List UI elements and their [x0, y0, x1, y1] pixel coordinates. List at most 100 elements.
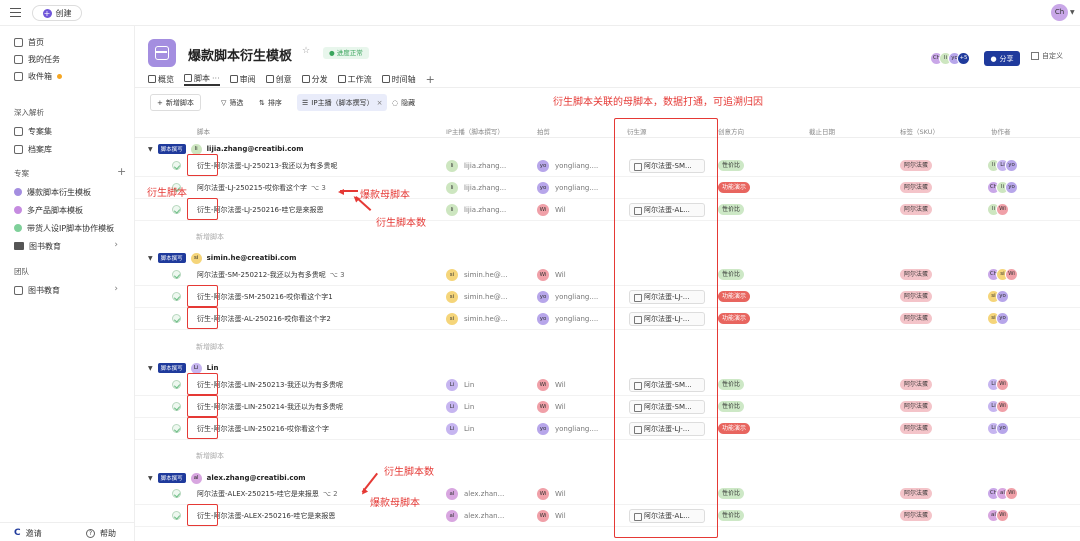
status-check-icon[interactable] [172, 314, 181, 323]
column-header[interactable]: 创意方向 [718, 126, 744, 136]
direction-tag[interactable]: 性价比 [718, 160, 745, 171]
table-row[interactable]: 衍生-阿尔法蛋-AL-250216-哎你看这个字2 si simin.he@... y… [135, 308, 1080, 330]
chevron-down-icon[interactable]: ▼ [1070, 9, 1075, 16]
ip-host-cell[interactable]: al alex.zhan... [446, 510, 504, 522]
table-row[interactable]: 衍生-阿尔法蛋-LIN-250216-哎你看这个字 Li Lin yo yonglian… [135, 418, 1080, 440]
tab-scripts[interactable]: 脚本 ··· [184, 72, 220, 86]
table-row[interactable]: 衍生-阿尔法蛋-SM-250216-哎你看这个字1 si simin.he@... y… [135, 286, 1080, 308]
editor-cell[interactable]: Wi Wil [537, 488, 566, 500]
invite-button[interactable]: C 邀请 [14, 527, 42, 539]
editor-cell[interactable]: yo yongliang.... [537, 291, 598, 303]
help-button[interactable]: ? 帮助 [86, 527, 116, 539]
tab-review[interactable]: 审阅 [229, 72, 256, 86]
status-check-icon[interactable] [172, 380, 181, 389]
ip-host-cell[interactable]: Li Lin [446, 379, 474, 391]
collaborators[interactable]: Li Wi [987, 400, 1009, 413]
direction-tag[interactable]: 性价比 [718, 488, 745, 499]
editor-cell[interactable]: yo yongliang.... [537, 313, 598, 325]
sidebar-item-project-4[interactable]: 图书教育 [14, 240, 124, 252]
sidebar-item-home[interactable]: 首页 [14, 36, 44, 48]
direction-tag[interactable]: 性价比 [718, 204, 745, 215]
editor-cell[interactable]: Wi Wil [537, 510, 566, 522]
collaborators[interactable]: Ch li yo [987, 181, 1018, 194]
derived-count[interactable]: ⌥ 2 [323, 490, 338, 498]
sidebar-item-archive[interactable]: 档案库 [14, 143, 52, 155]
table-row[interactable]: 衍生-阿尔法蛋-LIN-250213-我还以为有多贵呢 Li Lin Wi Wil 阿尔法… [135, 374, 1080, 396]
ip-host-cell[interactable]: si simin.he@... [446, 291, 507, 303]
direction-tag[interactable]: 性价比 [718, 510, 745, 521]
close-icon[interactable]: × [377, 99, 383, 107]
table-row[interactable]: 衍生-阿尔法蛋-LJ-250213-我还以为有多贵呢 li lijia.zhang.… [135, 155, 1080, 177]
sku-tag[interactable]: 阿尔法蛋 [900, 204, 933, 215]
status-check-icon[interactable] [172, 205, 181, 214]
tab-timeline[interactable]: 时间轴 [381, 72, 416, 86]
status-check-icon[interactable] [172, 402, 181, 411]
editor-cell[interactable]: yo yongliang.... [537, 423, 598, 435]
sku-tag[interactable]: 阿尔法蛋 [900, 510, 933, 521]
sku-tag[interactable]: 阿尔法蛋 [900, 291, 933, 302]
collapse-caret-icon[interactable]: ▼ [148, 365, 153, 372]
column-header[interactable]: 脚本 [197, 126, 210, 136]
tab-overview[interactable]: 概览 [148, 72, 174, 86]
script-title-cell[interactable]: 阿尔法蛋-LJ-250215-哎你看这个字 ⌥ 3 [197, 183, 326, 193]
collaborators[interactable]: Ch al Wi [987, 487, 1018, 500]
ip-host-cell[interactable]: Li Lin [446, 401, 474, 413]
script-title-cell[interactable]: 衍生-阿尔法蛋-LIN-250214-我还以为有多贵呢 [197, 402, 343, 412]
chevron-right-icon[interactable]: › [114, 240, 118, 250]
status-check-icon[interactable] [172, 161, 181, 170]
sidebar-item-inbox[interactable]: 收件箱 [14, 70, 62, 82]
customize-button[interactable]: 自定义 [1031, 51, 1063, 61]
chevron-right-icon[interactable]: › [114, 284, 118, 294]
sku-tag[interactable]: 阿尔法蛋 [900, 313, 933, 324]
derived-count[interactable]: ⌥ 3 [311, 184, 326, 192]
collaborators[interactable]: Li yo [987, 422, 1009, 435]
member-avatars[interactable]: Ch li yo +5 [930, 52, 970, 65]
direction-tag[interactable]: 性价比 [718, 269, 745, 280]
add-script-row[interactable]: 新增脚本 [196, 232, 224, 242]
direction-tag[interactable]: 功能演示 [718, 313, 751, 324]
user-avatar[interactable]: Ch [1051, 4, 1068, 21]
collapse-caret-icon[interactable]: ▼ [148, 146, 153, 153]
column-header[interactable]: IP主播（脚本撰写） [446, 126, 504, 136]
script-title-cell[interactable]: 衍生-阿尔法蛋-LJ-250213-我还以为有多贵呢 [197, 161, 338, 171]
table-row[interactable]: 阿尔法蛋-SM-250212-我还以为有多贵呢 ⌥ 3 si simin.he@...… [135, 264, 1080, 286]
editor-cell[interactable]: yo yongliang.... [537, 182, 598, 194]
table-row[interactable]: 衍生-阿尔法蛋-ALEX-250216-哇它是来报恩 al alex.zhan...… [135, 505, 1080, 527]
editor-cell[interactable]: Wi Wil [537, 401, 566, 413]
ip-host-cell[interactable]: li lijia.zhang... [446, 160, 506, 172]
ip-host-cell[interactable]: si simin.he@... [446, 313, 507, 325]
more-icon[interactable]: ··· [212, 74, 220, 83]
add-tab-button[interactable]: + [426, 72, 435, 86]
sku-tag[interactable]: 阿尔法蛋 [900, 182, 933, 193]
new-script-button[interactable]: + 新增脚本 [150, 94, 201, 111]
sku-tag[interactable]: 阿尔法蛋 [900, 379, 933, 390]
table-row[interactable]: 衍生-阿尔法蛋-LJ-250216-哇它是来报恩 li lijia.zhang...… [135, 199, 1080, 221]
add-script-row[interactable]: 新增脚本 [196, 451, 224, 461]
editor-cell[interactable]: yo yongliang.... [537, 160, 598, 172]
collaborators[interactable]: si yo [987, 290, 1009, 303]
status-check-icon[interactable] [172, 511, 181, 520]
editor-cell[interactable]: Wi Wil [537, 204, 566, 216]
chevron-down-icon[interactable]: ▼ [286, 48, 291, 56]
ip-host-cell[interactable]: al alex.zhan... [446, 488, 504, 500]
tab-workflow[interactable]: 工作流 [337, 72, 372, 86]
column-header[interactable]: 协作者 [991, 126, 1011, 136]
sidebar-item-project-1[interactable]: 爆款脚本衍生模板 [14, 186, 91, 198]
create-button[interactable]: + 创建 [32, 5, 82, 21]
editor-cell[interactable]: Wi Wil [537, 269, 566, 281]
script-title-cell[interactable]: 阿尔法蛋-SM-250212-我还以为有多贵呢 ⌥ 3 [197, 270, 345, 280]
tab-creative[interactable]: 创意 [265, 72, 292, 86]
sidebar-item-team[interactable]: 图书教育 [14, 284, 60, 296]
sidebar-item-collections[interactable]: 专案集 [14, 125, 52, 137]
add-project-icon[interactable]: + [117, 165, 126, 178]
column-header[interactable]: 拍剪 [537, 126, 550, 136]
direction-tag[interactable]: 性价比 [718, 401, 745, 412]
direction-tag[interactable]: 功能演示 [718, 423, 751, 434]
script-title-cell[interactable]: 衍生-阿尔法蛋-LIN-250213-我还以为有多贵呢 [197, 380, 343, 390]
status-check-icon[interactable] [172, 489, 181, 498]
sku-tag[interactable]: 阿尔法蛋 [900, 401, 933, 412]
sidebar-item-tasks[interactable]: 我的任务 [14, 53, 60, 65]
collaborators[interactable]: Li Wi [987, 378, 1009, 391]
ip-host-cell[interactable]: li lijia.zhang... [446, 204, 506, 216]
ip-host-cell[interactable]: li lijia.zhang... [446, 182, 506, 194]
